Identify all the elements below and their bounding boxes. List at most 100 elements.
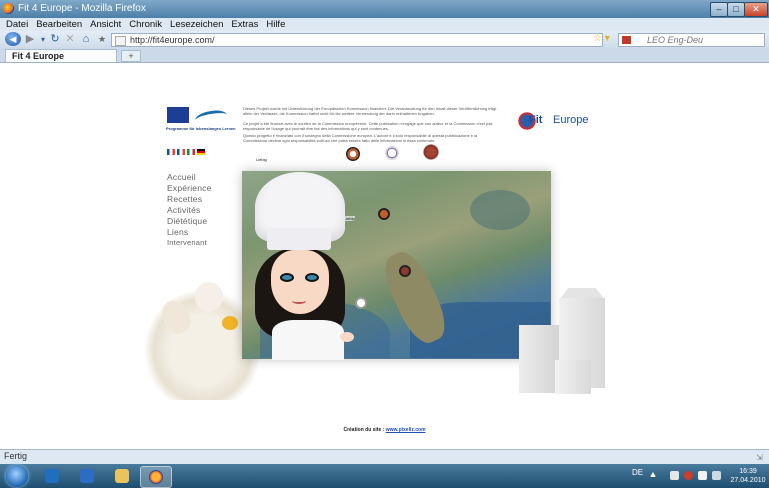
egg-yolk-image bbox=[222, 316, 238, 330]
status-text: Fertig bbox=[4, 451, 28, 461]
milk-carton-image bbox=[555, 360, 591, 394]
taskbar-media-player[interactable] bbox=[37, 466, 67, 486]
map-marker-label: Liebig bbox=[344, 216, 355, 221]
menu-extras[interactable]: Extras bbox=[231, 19, 258, 30]
disclaimer-it: Questo progetto è finanziato con il sost… bbox=[243, 133, 478, 143]
tray-flag-icon[interactable] bbox=[698, 471, 707, 480]
tab-strip: Fit 4 Europe + bbox=[0, 48, 769, 63]
chef-mouth bbox=[292, 298, 306, 304]
nav-liens[interactable]: Liens bbox=[167, 227, 188, 237]
menu-bar: Datei Bearbeiten Ansicht Chronik Lesezei… bbox=[0, 18, 769, 31]
clock-time: 16:39 bbox=[739, 468, 757, 475]
close-icon: ✕ bbox=[752, 4, 760, 14]
search-placeholder: LEO Eng-Deu bbox=[647, 35, 704, 45]
menu-hilfe[interactable]: Hilfe bbox=[266, 19, 285, 30]
stop-icon: ✕ bbox=[65, 33, 75, 45]
tray-network-icon[interactable] bbox=[670, 471, 679, 480]
tray-display-icon[interactable] bbox=[712, 471, 721, 480]
menu-ansicht[interactable]: Ansicht bbox=[90, 19, 121, 30]
map-marker-italy[interactable] bbox=[399, 265, 411, 277]
search-engine-icon[interactable] bbox=[622, 36, 631, 44]
menu-bearbeiten[interactable]: Bearbeiten bbox=[36, 19, 82, 30]
url-text[interactable]: http://fit4europe.com/ bbox=[130, 34, 215, 46]
flag-de-stripe[interactable] bbox=[197, 149, 205, 155]
chef-face bbox=[271, 250, 329, 314]
firefox-icon bbox=[149, 470, 163, 484]
nav-activites[interactable]: Activités bbox=[167, 205, 200, 215]
logo-number: 4 bbox=[543, 112, 550, 126]
tab-label: Fit 4 Europe bbox=[12, 51, 65, 61]
home-icon: ⌂ bbox=[82, 33, 90, 45]
partner-liebig-logo[interactable] bbox=[346, 147, 360, 161]
window-title-bar[interactable]: Fit 4 Europe - Mozilla Firefox – □ ✕ bbox=[0, 0, 769, 18]
star-bookmark-icon[interactable]: ☆ ▾ bbox=[593, 33, 610, 44]
nav-intervenant[interactable]: Intervenant bbox=[167, 238, 207, 247]
taskbar-word[interactable] bbox=[72, 466, 102, 486]
chef-hand bbox=[340, 332, 354, 342]
tab-fit4europe[interactable]: Fit 4 Europe bbox=[5, 49, 117, 62]
flag-fr-stripe[interactable] bbox=[167, 149, 175, 155]
chef-eye-left bbox=[280, 273, 294, 282]
tray-expand-icon[interactable] bbox=[650, 472, 656, 477]
tray-antivirus-icon[interactable] bbox=[684, 471, 693, 480]
maximize-icon: □ bbox=[733, 4, 739, 14]
windows-taskbar: DE 16:39 27.04.2010 bbox=[0, 464, 769, 488]
language-flags bbox=[167, 149, 205, 155]
nav-recettes[interactable]: Recettes bbox=[167, 194, 202, 204]
media-player-icon bbox=[45, 469, 59, 483]
back-button[interactable]: ◀ bbox=[5, 32, 21, 46]
map-marker-germany[interactable] bbox=[378, 208, 390, 220]
bookmark-icon: ★ bbox=[97, 34, 107, 44]
menu-datei[interactable]: Datei bbox=[6, 19, 28, 30]
site-credit: Création du site : www.pixeliz.com bbox=[0, 427, 769, 433]
reload-button[interactable]: ↻ bbox=[48, 33, 62, 46]
partner-italy-logo[interactable] bbox=[423, 144, 439, 160]
menu-chronik[interactable]: Chronik bbox=[129, 19, 162, 30]
chef-eye-right bbox=[305, 273, 319, 282]
logo-fit: Fit bbox=[529, 114, 543, 126]
clock-date: 27.04.2010 bbox=[730, 477, 766, 484]
map-marker-france[interactable] bbox=[355, 297, 367, 309]
disclaimer-fr: Ce projet a été financé avec le soutien … bbox=[243, 121, 493, 131]
milk-carton-image bbox=[519, 325, 559, 393]
bookmark-menu-button[interactable]: ★ bbox=[95, 33, 109, 46]
nav-experience[interactable]: Expérience bbox=[167, 183, 212, 193]
flag-it-stripe[interactable] bbox=[187, 149, 195, 155]
word-icon bbox=[80, 469, 94, 483]
egg-image bbox=[195, 282, 223, 312]
stop-button[interactable]: ✕ bbox=[63, 33, 77, 46]
start-button[interactable] bbox=[6, 465, 28, 487]
disclaimer-de: Dieses Projekt wurde mit Unterstützung d… bbox=[243, 106, 497, 116]
firefox-icon bbox=[3, 3, 14, 14]
back-arrow-icon: ◀ bbox=[9, 34, 17, 44]
eu-flag-logo bbox=[167, 107, 189, 123]
eu-program-label: Programme für lebenslanges Lernen bbox=[166, 126, 236, 131]
menu-lesezeichen[interactable]: Lesezeichen bbox=[170, 19, 223, 30]
new-tab-button[interactable]: + bbox=[121, 50, 141, 62]
nav-dietetique[interactable]: Diététique bbox=[167, 216, 207, 226]
folder-icon bbox=[115, 469, 129, 483]
search-input[interactable]: LEO Eng-Deu bbox=[618, 33, 765, 47]
navigation-toolbar: ◀ ▶ ▾ ↻ ✕ ⌂ ★ http://fit4europe.com/ ☆ ▾… bbox=[0, 31, 769, 48]
url-bar[interactable]: http://fit4europe.com/ bbox=[111, 33, 603, 47]
close-button[interactable]: ✕ bbox=[744, 2, 768, 17]
taskbar-firefox[interactable] bbox=[140, 466, 172, 488]
chef-hat-band bbox=[267, 228, 331, 250]
taskbar-explorer[interactable] bbox=[107, 466, 137, 486]
forward-button[interactable]: ▶ bbox=[23, 33, 37, 46]
maximize-button[interactable]: □ bbox=[727, 2, 745, 17]
resize-grip-icon[interactable]: ⇲ bbox=[756, 453, 763, 462]
home-button[interactable]: ⌂ bbox=[79, 33, 93, 46]
minimize-button[interactable]: – bbox=[710, 2, 728, 17]
credit-prefix: Création du site : bbox=[343, 427, 386, 433]
status-bar: Fertig ⇲ bbox=[0, 449, 769, 464]
credit-link[interactable]: www.pixeliz.com bbox=[386, 427, 426, 433]
partner-school-logo[interactable] bbox=[385, 146, 399, 160]
tray-language[interactable]: DE bbox=[632, 468, 643, 477]
flag-fr-stripe[interactable] bbox=[177, 149, 185, 155]
logo-europe: Europe bbox=[553, 114, 589, 126]
clock[interactable]: 16:39 27.04.2010 bbox=[728, 467, 768, 485]
nav-accueil[interactable]: Accueil bbox=[167, 172, 196, 182]
partner-liebig-label: Liebig bbox=[256, 157, 267, 162]
forward-arrow-icon: ▶ bbox=[25, 33, 35, 45]
